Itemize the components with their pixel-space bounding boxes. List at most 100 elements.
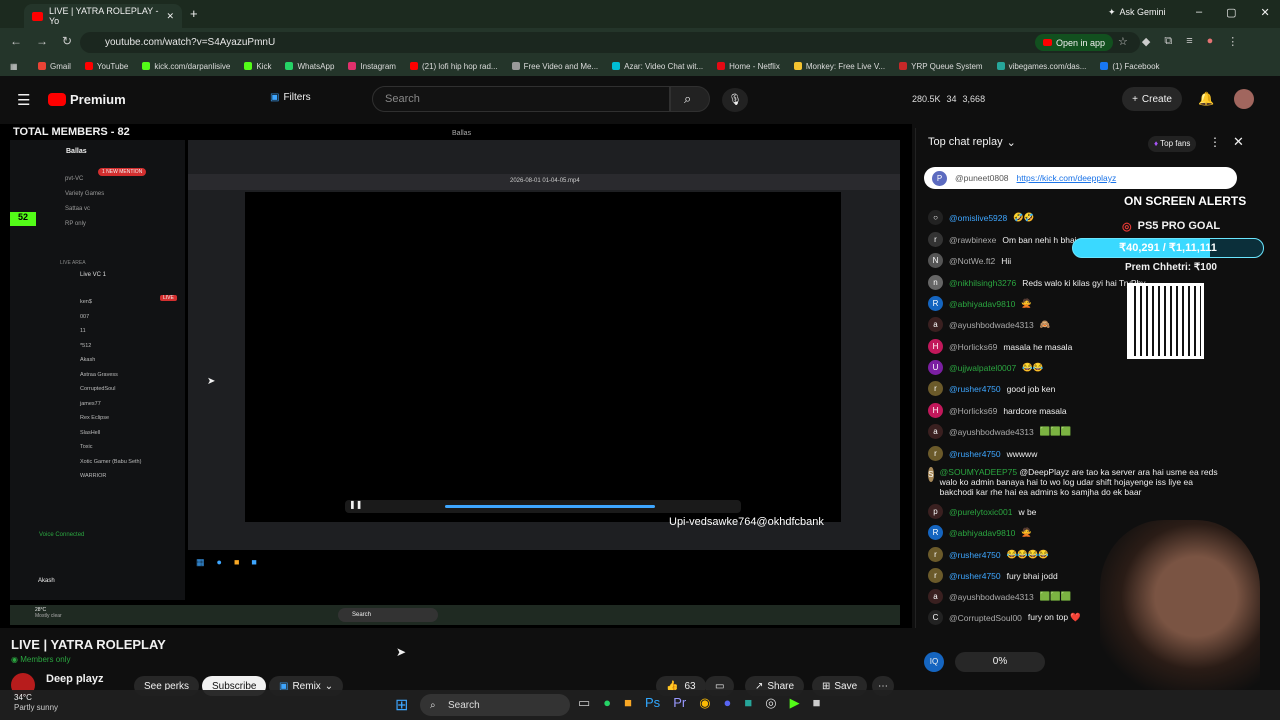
app-icon[interactable]: ■ [813, 695, 821, 711]
media-seek-bar[interactable] [445, 505, 655, 508]
bookmark-item[interactable]: Gmail [38, 62, 71, 71]
discord-icon[interactable]: ● [724, 695, 732, 711]
chat-message[interactable]: r @rusher4750 wwwww [928, 446, 1037, 461]
search-input[interactable]: Search [372, 86, 670, 112]
bookmark-item[interactable]: YRP Queue System [899, 62, 983, 71]
puzzle-icon[interactable]: ⧉ [1164, 35, 1172, 48]
chat-username[interactable]: @SOUMYADEEP75 [940, 467, 1017, 477]
play-icon[interactable]: ▶ [790, 695, 800, 711]
bookmark-item[interactable]: kick.com/darpanlisive [142, 62, 230, 71]
task-view-icon[interactable]: ▭ [578, 695, 590, 711]
chat-message[interactable]: p @purelytoxic001 w be [928, 504, 1036, 519]
minimize-icon[interactable]: – [1196, 6, 1202, 19]
bookmark-item[interactable]: Instagram [348, 62, 396, 71]
premiere-icon[interactable]: Pr [673, 695, 686, 711]
hamburger-menu-icon[interactable]: ☰ [17, 91, 30, 109]
youtube-logo[interactable]: Premium [48, 92, 126, 107]
chat-username[interactable]: @rawbinexe [949, 235, 996, 245]
chat-username[interactable]: @purelytoxic001 [949, 507, 1012, 517]
chat-message[interactable]: a @ayushbodwade4313 🙈 [928, 317, 1050, 332]
taskbar-search[interactable]: ⌕ Search [420, 694, 570, 716]
pinned-link[interactable]: https://kick.com/deepplayz [1017, 173, 1117, 183]
new-tab-button[interactable]: + [190, 6, 198, 21]
create-button[interactable]: + Create [1122, 87, 1182, 111]
chat-message[interactable]: ○ @omislive5928 🤣🤣 [928, 210, 1034, 225]
app-icon[interactable]: ■ [744, 695, 752, 711]
voice-search-button[interactable]: 🎙 [722, 88, 748, 112]
chat-message[interactable]: N @NotWe.ft2 Hii [928, 253, 1011, 268]
extension-icon[interactable]: ◆ [1142, 35, 1150, 48]
bookmark-star-icon[interactable]: ☆ [1118, 35, 1128, 48]
close-chat-icon[interactable]: ✕ [1233, 134, 1244, 150]
photoshop-icon[interactable]: Ps [645, 695, 660, 711]
chat-message[interactable]: r @rusher4750 😂😂😂😂 [928, 547, 1049, 562]
chat-more-icon[interactable]: ⋮ [1209, 135, 1221, 149]
filters-button[interactable]: ▣ Filters [270, 92, 311, 103]
bookmark-item[interactable]: (1) Facebook [1100, 62, 1160, 71]
chat-message[interactable]: r @rusher4750 fury bhai jodd [928, 568, 1058, 583]
close-window-icon[interactable]: ✕ [1261, 6, 1270, 19]
chat-username[interactable]: @rusher4750 [949, 384, 1001, 394]
obs-icon[interactable]: ◎ [765, 695, 776, 711]
chat-message[interactable]: R @abhiyadav9810 🙅 [928, 296, 1032, 311]
chat-username[interactable]: @nikhilsingh3276 [949, 278, 1016, 288]
chat-message[interactable]: C @CorruptedSoul00 fury on top ❤️ [928, 610, 1081, 625]
top-fans-button[interactable]: ♦ Top fans [1148, 136, 1197, 152]
bookmark-item[interactable]: Azar: Video Chat wit... [612, 62, 703, 71]
profile-avatar[interactable]: ● [1207, 35, 1214, 48]
chat-message[interactable]: H @Horlicks69 masala he masala [928, 339, 1072, 354]
pause-icon[interactable]: ❚❚ [349, 500, 362, 509]
chat-username[interactable]: @omislive5928 [949, 213, 1007, 223]
bookmark-item[interactable]: Free Video and Me... [511, 62, 598, 71]
chat-mode-dropdown[interactable]: Top chat replay ⌄ [928, 136, 1016, 149]
account-avatar[interactable] [1234, 89, 1254, 109]
chat-message[interactable]: n @nikhilsingh3276 Reds walo ki kilas gyi … [928, 275, 1146, 290]
menu-icon[interactable]: ⋮ [1227, 35, 1238, 48]
chat-username[interactable]: @rusher4750 [949, 550, 1001, 560]
bookmark-item[interactable]: vibegames.com/das... [996, 62, 1086, 71]
chat-message[interactable]: U @ujjwalpatel0007 😂😂 [928, 360, 1043, 375]
chat-username[interactable]: @rusher4750 [949, 449, 1001, 459]
bookmark-item[interactable]: Monkey: Free Live V... [793, 62, 885, 71]
chat-username[interactable]: @ayushbodwade4313 [949, 592, 1034, 602]
chat-message[interactable]: r @rawbinexe Om ban nehi h bhai [928, 232, 1077, 247]
chat-username[interactable]: @abhiyadav9810 [949, 299, 1015, 309]
chat-username[interactable]: @ayushbodwade4313 [949, 320, 1034, 330]
notifications-bell-icon[interactable]: 🔔 [1198, 91, 1214, 107]
bookmark-item[interactable]: YouTube [84, 62, 128, 71]
media-icon[interactable]: ≡ [1186, 35, 1192, 48]
forward-icon[interactable]: → [36, 34, 48, 48]
whatsapp-icon[interactable]: ● [603, 695, 611, 711]
url-field[interactable]: youtube.com/watch?v=S4AyazuPmnU [80, 32, 1140, 53]
bookmark-item[interactable]: Kick [244, 62, 271, 71]
bookmark-item[interactable]: (21) lofi hip hop rad... [409, 62, 498, 71]
apps-grid-icon[interactable]: ▦ [10, 62, 18, 71]
chat-message[interactable]: S @SOUMYADEEP75 @DeepPlayz are tao ka ser… [928, 467, 1218, 497]
restore-icon[interactable]: ▢ [1226, 6, 1236, 19]
weather-widget[interactable]: 34°C Partly sunny [14, 693, 58, 713]
reload-icon[interactable]: ↻ [62, 34, 72, 48]
windows-start-icon[interactable]: ⊞ [395, 695, 408, 715]
extension-logo-icon[interactable]: IQ [924, 652, 944, 672]
bookmark-item[interactable]: Home - Netflix [717, 62, 780, 71]
chat-username[interactable]: @ayushbodwade4313 [949, 427, 1034, 437]
chat-message[interactable]: r @rusher4750 good job ken [928, 381, 1055, 396]
file-explorer-icon[interactable]: ■ [624, 695, 632, 711]
chrome-icon[interactable]: ◉ [699, 695, 710, 711]
back-icon[interactable]: ← [10, 34, 22, 48]
chat-username[interactable]: @NotWe.ft2 [949, 256, 995, 266]
browser-tab[interactable]: LIVE | YATRA ROLEPLAY - Yo ✕ [24, 4, 182, 28]
chat-username[interactable]: @ujjwalpatel0007 [949, 363, 1016, 373]
bookmark-item[interactable]: WhatsApp [285, 62, 334, 71]
chat-message[interactable]: a @ayushbodwade4313 🟩🟩🟩 [928, 589, 1072, 604]
chat-username[interactable]: @abhiyadav9810 [949, 528, 1015, 538]
ask-gemini-button[interactable]: ✦ Ask Gemini [1108, 7, 1166, 18]
chat-message[interactable]: H @Horlicks69 hardcore masala [928, 403, 1067, 418]
chat-username[interactable]: @Horlicks69 [949, 342, 997, 352]
chat-username[interactable]: @rusher4750 [949, 571, 1001, 581]
chat-message[interactable]: a @ayushbodwade4313 🟩🟩🟩 [928, 424, 1072, 439]
open-in-app-button[interactable]: Open in app [1035, 34, 1114, 51]
channel-name[interactable]: Deep playz [46, 673, 103, 685]
search-button[interactable]: ⌕ [670, 86, 710, 112]
chat-username[interactable]: @CorruptedSoul00 [949, 613, 1022, 623]
